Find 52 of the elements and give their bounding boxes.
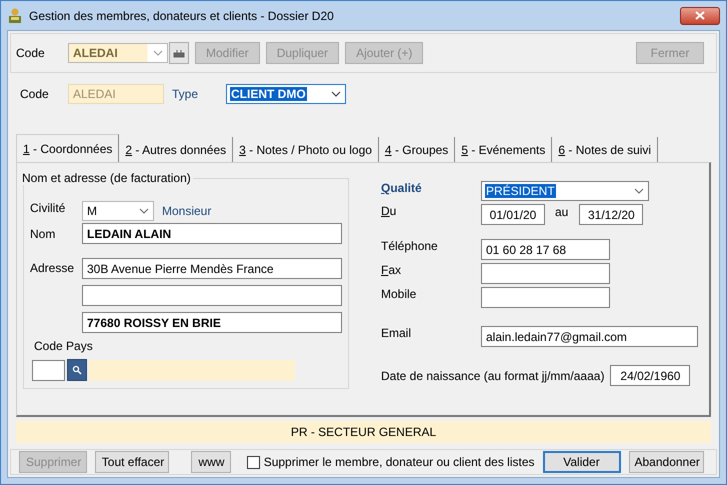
group-title: Nom et adresse (de facturation) (21, 171, 192, 185)
address-field[interactable]: 30B Avenue Pierre Mendès France (82, 258, 342, 279)
email-label: Email (381, 326, 412, 342)
country-label: Code Pays (33, 339, 94, 353)
birth-date-field[interactable]: 24/02/1960 (610, 365, 690, 386)
contact-label: Mobile (381, 287, 418, 303)
from-date-field[interactable]: 01/01/20 (481, 204, 545, 225)
dropdown-caret-icon[interactable] (139, 208, 149, 214)
checkbox-label: Supprimer le membre, donateur ou client des listes (264, 455, 534, 469)
action-button[interactable]: Valider (542, 451, 620, 473)
to-date-field[interactable]: 31/12/20 (579, 204, 644, 225)
email-field[interactable]: alain.ledain77@gmail.com (481, 326, 698, 347)
name-label: Nom (30, 227, 56, 243)
contact-field[interactable] (481, 287, 610, 308)
window-title: Gestion des membres, donateurs et clients - Dossier D20 (29, 8, 334, 22)
from-label: Du (381, 204, 398, 220)
quality-label: Qualité (381, 181, 423, 197)
contact-field[interactable]: 01 60 28 17 68 (481, 239, 610, 260)
action-button[interactable]: Abandonner (628, 451, 704, 473)
picker-button[interactable] (169, 42, 189, 64)
country-field[interactable] (32, 360, 65, 380)
dropdown-caret-icon[interactable] (634, 188, 644, 194)
dropdown-caret-icon[interactable] (331, 91, 341, 97)
search-button[interactable] (67, 359, 87, 381)
tab[interactable]: 1 - Coordonnées (16, 134, 120, 162)
address-label: Adresse (30, 261, 76, 275)
quality-combo[interactable]: PRÉSIDENT (481, 181, 649, 201)
footer-button[interactable]: www (191, 451, 231, 473)
civility-combo[interactable]: M (82, 201, 154, 221)
search-icon (72, 365, 82, 375)
address-field[interactable]: 77680 ROISSY EN BRIE (82, 312, 342, 333)
close-button[interactable] (680, 6, 720, 24)
name-field[interactable]: LEDAIN ALAIN (82, 223, 342, 244)
checkbox[interactable] (246, 456, 260, 468)
contact-label: Téléphone (381, 239, 439, 255)
sector-text: PR - SECTEUR GENERAL (290, 425, 436, 439)
app-icon (7, 7, 23, 24)
to-label: au (555, 204, 568, 218)
contact-label: Fax (381, 263, 402, 279)
contact-field[interactable] (481, 263, 610, 284)
birth-date-label: Date de naissance (au format jj/mm/aaaa) (381, 368, 604, 382)
code-label: Code (20, 87, 50, 101)
address-field[interactable] (82, 285, 342, 306)
type-combo[interactable]: CLIENT DMO (226, 84, 346, 104)
tray-icon (173, 48, 185, 58)
code-label: Code (16, 46, 46, 60)
close-icon (695, 11, 705, 20)
civility-text: Monsieur (162, 204, 212, 218)
type-label: Type (172, 87, 200, 101)
footer-button[interactable]: Tout effacer (94, 451, 170, 473)
civility-label: Civilité (30, 201, 66, 217)
code-combo[interactable]: ALEDAI (68, 43, 168, 63)
